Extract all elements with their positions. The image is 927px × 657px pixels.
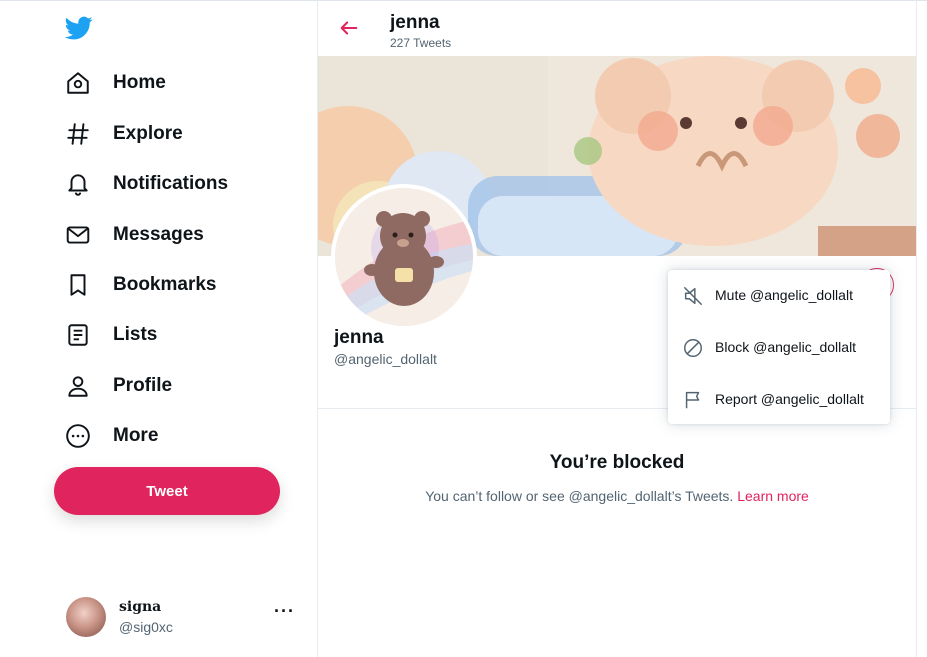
- account-name: 𝐬𝐢𝐠𝐧𝐚: [119, 599, 162, 615]
- sidebar-item-home[interactable]: Home: [64, 63, 166, 103]
- profile-header-bar: jenna 227 Tweets: [318, 0, 916, 56]
- more-circle-icon: [64, 422, 92, 450]
- sidebar-item-label: Notifications: [113, 173, 229, 194]
- block-icon: [682, 337, 704, 359]
- profile-options-menu: Mute @angelic_dollalt Block @angelic_dol…: [668, 270, 890, 424]
- sidebar-item-more[interactable]: More: [64, 416, 158, 456]
- sidebar-item-label: Lists: [113, 324, 158, 345]
- account-switcher[interactable]: 𝐬𝐢𝐠𝐧𝐚 @sig0xc ···: [66, 597, 306, 639]
- sidebar-item-explore[interactable]: Explore: [64, 114, 183, 154]
- bookmark-icon: [64, 271, 92, 299]
- blocked-message: You can’t follow or see @angelic_dollalt…: [318, 488, 916, 504]
- menu-item-label: Mute @angelic_dollalt: [715, 287, 853, 303]
- learn-more-link[interactable]: Learn more: [737, 488, 809, 504]
- sidebar-item-label: Home: [113, 72, 166, 93]
- menu-item-mute[interactable]: Mute @angelic_dollalt: [668, 270, 890, 322]
- person-icon: [64, 372, 92, 400]
- sidebar-item-label: Bookmarks: [113, 274, 217, 295]
- sidebar-item-label: Messages: [113, 224, 204, 245]
- account-handle: @sig0xc: [119, 619, 173, 635]
- blocked-message-text: You can’t follow or see @angelic_dollalt…: [425, 488, 734, 504]
- sidebar-item-lists[interactable]: Lists: [64, 315, 157, 355]
- sidebar-item-bookmarks[interactable]: Bookmarks: [64, 265, 217, 305]
- back-arrow-icon[interactable]: [338, 17, 360, 39]
- profile-avatar[interactable]: [331, 184, 477, 330]
- envelope-icon: [64, 221, 92, 249]
- menu-item-block[interactable]: Block @angelic_dollalt: [668, 322, 890, 374]
- sidebar-item-profile[interactable]: Profile: [64, 366, 172, 406]
- avatar: [66, 597, 106, 637]
- tweet-count: 227 Tweets: [390, 36, 452, 50]
- twitter-bird-icon[interactable]: [63, 14, 95, 42]
- sidebar-item-messages[interactable]: Messages: [64, 215, 204, 255]
- blocked-title: You’re blocked: [549, 452, 685, 473]
- tweet-button[interactable]: Tweet: [54, 467, 280, 515]
- hashtag-icon: [64, 120, 92, 148]
- menu-item-report[interactable]: Report @angelic_dollalt: [668, 374, 890, 426]
- sidebar-item-label: Profile: [113, 375, 173, 396]
- sidebar-item-label: More: [113, 425, 159, 446]
- menu-item-label: Block @angelic_dollalt: [715, 339, 857, 355]
- menu-item-label: Report @angelic_dollalt: [715, 391, 864, 407]
- flag-icon: [682, 389, 704, 411]
- sidebar: Home Explore Notifications Messages Book…: [0, 0, 318, 657]
- sidebar-item-label: Explore: [113, 123, 183, 144]
- header-name: jenna: [390, 12, 440, 33]
- profile-name: jenna: [334, 327, 384, 348]
- bell-icon: [64, 170, 92, 198]
- sidebar-item-notifications[interactable]: Notifications: [64, 164, 228, 204]
- profile-handle: @angelic_dollalt: [334, 351, 437, 367]
- more-horizontal-icon[interactable]: ···: [274, 601, 295, 622]
- mute-icon: [682, 285, 704, 307]
- list-icon: [64, 321, 92, 349]
- home-icon: [64, 69, 92, 97]
